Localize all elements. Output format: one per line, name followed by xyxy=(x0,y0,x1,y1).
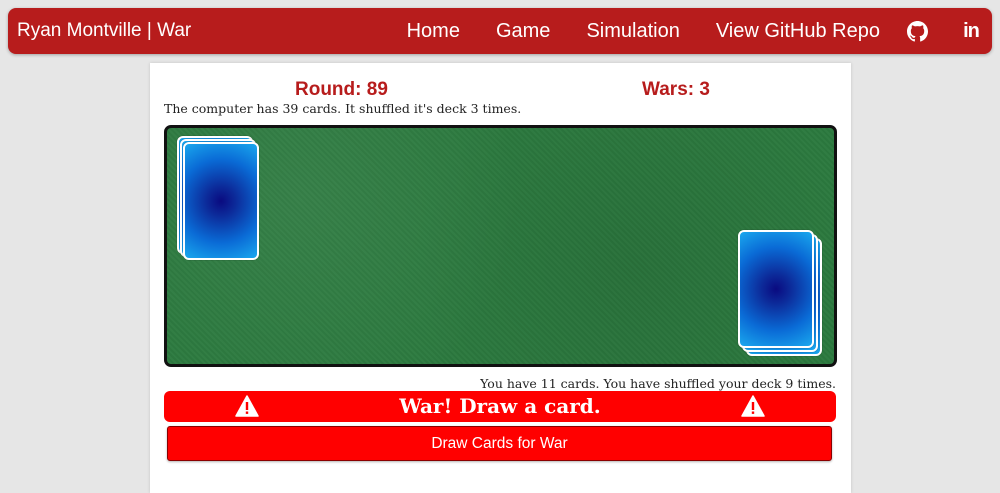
computer-status-text: The computer has 39 cards. It shuffled i… xyxy=(164,101,522,116)
warning-icon xyxy=(741,395,765,417)
player-status-text: You have 11 cards. You have shuffled you… xyxy=(480,376,836,391)
war-alert-text: War! Draw a card. xyxy=(399,394,601,418)
nav-links: Home Game Simulation View GitHub Repo in xyxy=(407,8,982,54)
card-back[interactable] xyxy=(738,230,814,348)
github-icon[interactable] xyxy=(906,20,928,42)
wars-counter: Wars: 3 xyxy=(642,79,710,100)
top-navbar: Ryan Montville | War Home Game Simulatio… xyxy=(8,8,992,54)
nav-link-github-repo[interactable]: View GitHub Repo xyxy=(716,20,880,43)
card-back xyxy=(183,142,259,260)
nav-link-game[interactable]: Game xyxy=(496,20,550,43)
site-brand[interactable]: Ryan Montville | War xyxy=(17,20,191,42)
war-alert-banner: War! Draw a card. xyxy=(164,391,836,422)
nav-link-home[interactable]: Home xyxy=(407,20,460,43)
game-panel: Round: 89 Wars: 3 The computer has 39 ca… xyxy=(150,63,851,493)
player-deck[interactable] xyxy=(738,230,828,360)
linkedin-glyph: in xyxy=(963,19,980,42)
round-counter: Round: 89 xyxy=(295,79,388,100)
linkedin-icon[interactable]: in xyxy=(960,20,982,42)
draw-cards-for-war-button[interactable]: Draw Cards for War xyxy=(167,426,832,461)
card-table xyxy=(164,125,837,367)
nav-link-simulation[interactable]: Simulation xyxy=(586,20,679,43)
computer-deck xyxy=(177,136,267,266)
